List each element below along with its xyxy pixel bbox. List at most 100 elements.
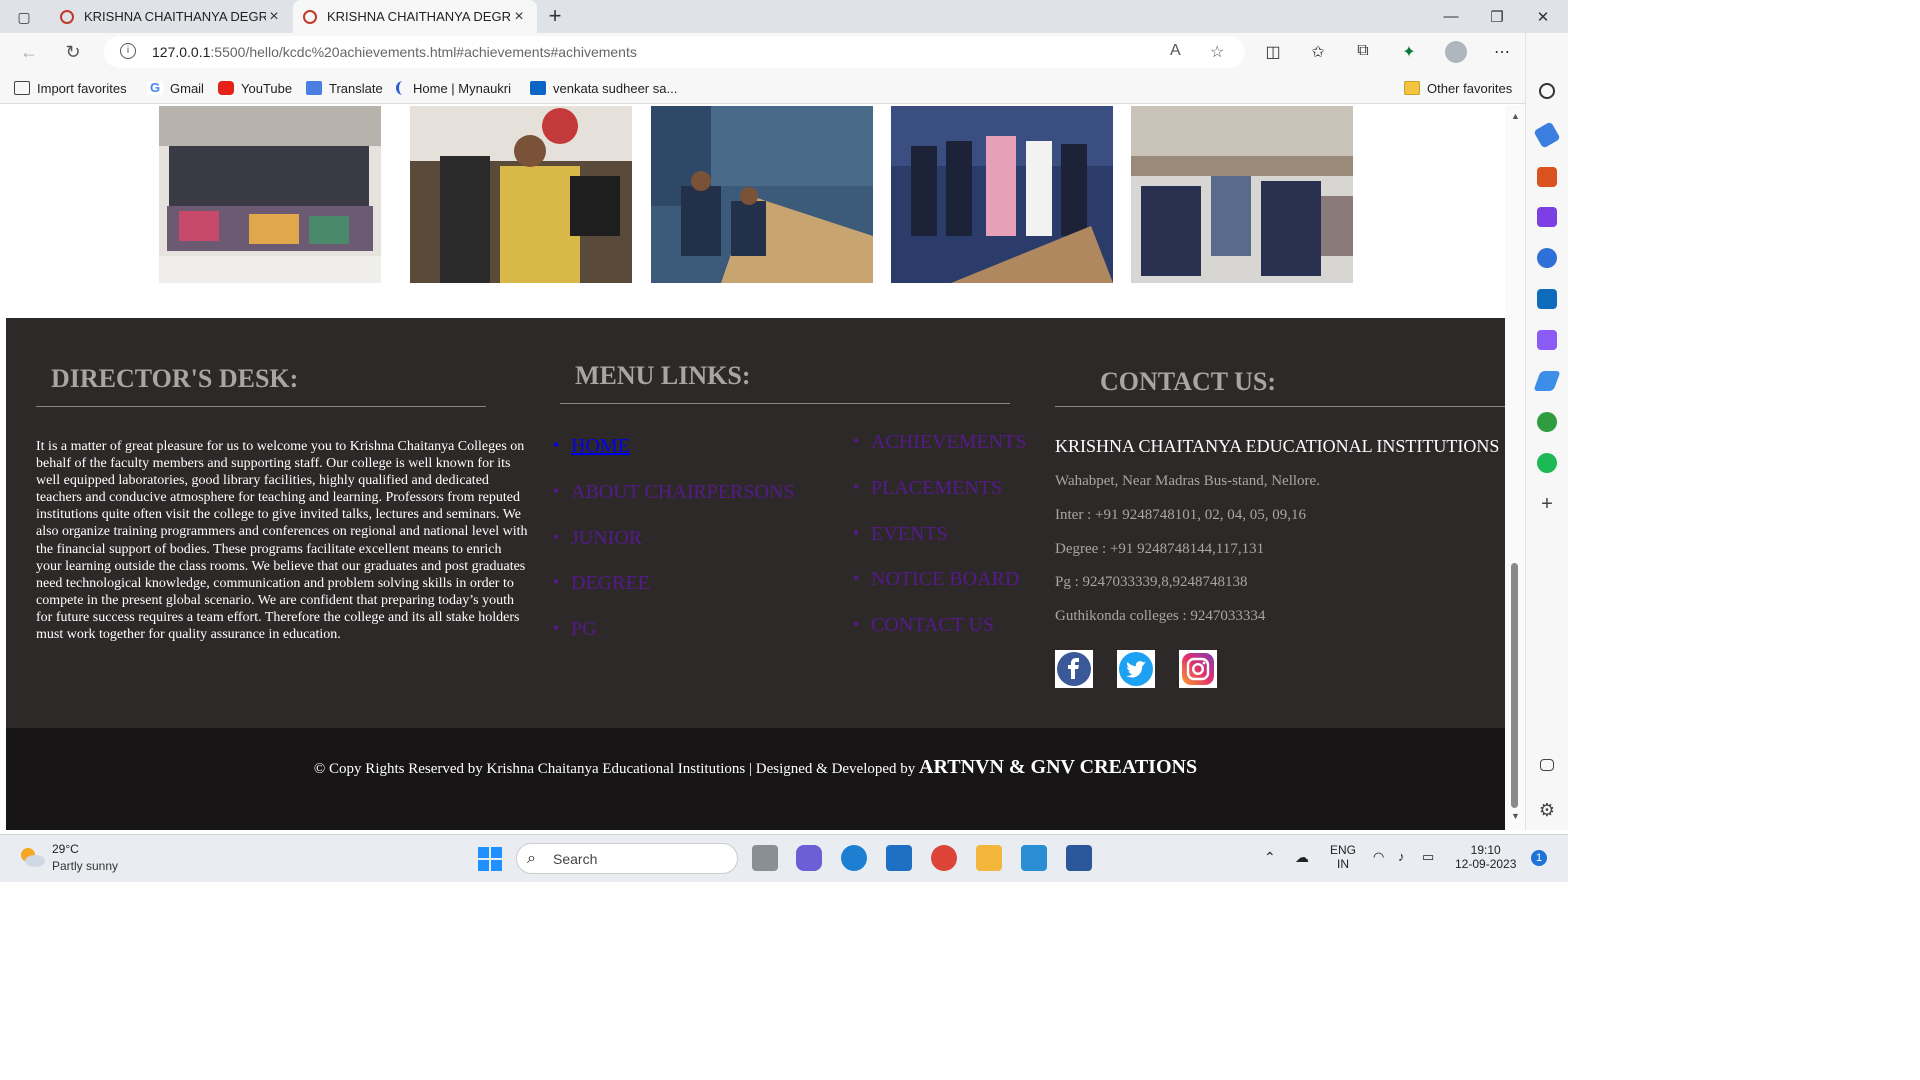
favorite-star-icon[interactable]: ☆ <box>1210 42 1224 62</box>
favorite-mynaukri[interactable]: Home | Mynaukri <box>396 79 511 97</box>
contact-address: Wahabpet, Near Madras Bus-stand, Nellore… <box>1055 473 1320 489</box>
menu-links-right: ACHIEVEMENTS PLACEMENTS EVENTS NOTICE BO… <box>853 431 1027 660</box>
windows-start-icon[interactable] <box>477 846 503 872</box>
restore-button[interactable]: ❐ <box>1474 0 1520 33</box>
youtube-icon <box>218 81 234 95</box>
new-tab-button[interactable]: + <box>543 4 567 28</box>
partly-sunny-icon[interactable] <box>18 845 46 869</box>
menu-link-notice-board[interactable]: NOTICE BOARD <box>853 568 1027 614</box>
task-view-icon[interactable] <box>752 845 778 871</box>
extension-icon[interactable]: ✦ <box>1398 42 1420 62</box>
url-text[interactable]: 127.0.0.1:5500/hello/kcdc%20achievements… <box>152 44 637 60</box>
menu-link-placements[interactable]: PLACEMENTS <box>853 477 1027 523</box>
scroll-up-arrow-icon[interactable]: ▲ <box>1511 111 1520 121</box>
director-message: It is a matter of great pleasure for us … <box>36 439 528 643</box>
onedrive-icon[interactable]: ☁ <box>1295 849 1309 866</box>
tab-1[interactable]: KRISHNA CHAITHANYA DEGREE × <box>50 0 292 33</box>
chrome-icon[interactable] <box>931 845 957 871</box>
outlook-icon[interactable] <box>1537 289 1557 309</box>
favorite-gmail[interactable]: G Gmail <box>147 79 204 97</box>
scroll-down-arrow-icon[interactable]: ▼ <box>1511 811 1520 821</box>
back-button[interactable]: ← <box>16 40 42 64</box>
page-scrollbar[interactable]: ▲ ▼ <box>1505 105 1525 830</box>
refresh-button[interactable]: ↻ <box>60 40 86 64</box>
language-code: ENG <box>1330 843 1357 857</box>
weather-temperature[interactable]: 29°C <box>52 842 79 856</box>
search-icon[interactable] <box>1539 83 1555 99</box>
site-favicon-icon <box>303 9 317 24</box>
volume-icon[interactable]: ♪ <box>1398 849 1405 864</box>
copyright-label: © Copy Rights Reserved by Krishna Chaita… <box>313 761 916 777</box>
split-screen-icon[interactable]: ◫ <box>1262 42 1284 62</box>
favorite-youtube[interactable]: YouTube <box>218 79 292 97</box>
minimize-button[interactable]: — <box>1428 0 1474 33</box>
close-tab-icon[interactable]: × <box>266 8 282 26</box>
gallery-image-library-students <box>651 106 873 283</box>
favorites-icon[interactable]: ✩ <box>1307 42 1329 62</box>
instagram-icon[interactable] <box>1179 650 1217 688</box>
menu-links-left: HOME ABOUT CHAIRPERSONS JUNIOR DEGREE PG <box>553 435 795 664</box>
region-code: IN <box>1337 857 1349 871</box>
notification-badge[interactable]: 1 <box>1531 850 1547 866</box>
favorite-label: Translate <box>329 80 383 96</box>
profile-avatar[interactable] <box>1445 41 1467 63</box>
file-explorer-icon[interactable] <box>976 845 1002 871</box>
favorite-import[interactable]: Import favorites <box>14 79 127 97</box>
other-favorites[interactable]: Other favorites <box>1404 79 1512 97</box>
wifi-icon[interactable]: ◠ <box>1373 849 1384 865</box>
scroll-thumb[interactable] <box>1511 563 1518 808</box>
tab-bar: ▢ KRISHNA CHAITHANYA DEGREE × KRISHNA CH… <box>0 0 1568 33</box>
twitter-icon[interactable] <box>1117 650 1155 688</box>
close-window-button[interactable]: ✕ <box>1520 0 1566 33</box>
close-tab-icon[interactable]: × <box>511 8 527 26</box>
contact-inter-phone: Inter : +91 9248748101, 02, 04, 05, 09,1… <box>1055 507 1306 523</box>
facebook-icon[interactable] <box>1055 650 1093 688</box>
menu-link-pg[interactable]: PG <box>553 618 795 664</box>
site-info-icon[interactable]: i <box>120 43 136 59</box>
menu-link-about-chairpersons[interactable]: ABOUT CHAIRPERSONS <box>553 481 795 527</box>
designer-icon[interactable] <box>1537 330 1557 350</box>
hide-sidebar-icon[interactable] <box>1540 759 1554 771</box>
tree-icon[interactable] <box>1537 412 1557 432</box>
microsoft365-icon[interactable] <box>1537 248 1557 268</box>
gallery-image-ceremony <box>891 106 1113 283</box>
address-bar[interactable]: i 127.0.0.1:5500/hello/kcdc%20achievemen… <box>104 36 1245 68</box>
vscode-icon[interactable] <box>886 845 912 871</box>
taskbar-search[interactable]: ⌕ Search <box>516 843 738 874</box>
menu-link-achievements[interactable]: ACHIEVEMENTS <box>853 431 1027 477</box>
teams-chat-icon[interactable] <box>796 845 822 871</box>
weather-description[interactable]: Partly sunny <box>52 859 118 873</box>
menu-link-degree[interactable]: DEGREE <box>553 572 795 618</box>
shopping-tag-icon[interactable] <box>1533 121 1561 149</box>
clock[interactable]: 19:10 12-09-2023 <box>1455 843 1516 871</box>
contact-guthikonda-phone: Guthikonda colleges : 9247033334 <box>1055 608 1266 624</box>
settings-gear-icon[interactable]: ⚙ <box>1537 800 1557 820</box>
more-menu-icon[interactable]: ⋯ <box>1491 42 1513 62</box>
menu-link-contact-us[interactable]: CONTACT US <box>853 614 1027 660</box>
battery-icon[interactable]: ▭ <box>1422 849 1434 865</box>
tab-actions-icon[interactable]: ▢ <box>10 6 38 28</box>
notepad-icon[interactable] <box>1021 845 1047 871</box>
tab-2[interactable]: KRISHNA CHAITHANYA DEGREE × <box>293 0 537 33</box>
linkedin-icon <box>530 81 546 95</box>
favorite-linkedin[interactable]: venkata sudheer sa... <box>530 79 677 97</box>
favorite-label: Import favorites <box>37 80 127 96</box>
menu-link-junior[interactable]: JUNIOR <box>553 527 795 573</box>
tools-icon[interactable] <box>1537 167 1557 187</box>
add-icon[interactable]: + <box>1537 494 1557 514</box>
clock-date: 12-09-2023 <box>1455 857 1517 871</box>
spotify-icon[interactable] <box>1537 453 1557 473</box>
menu-link-home[interactable]: HOME <box>553 435 795 481</box>
word-icon[interactable] <box>1066 845 1092 871</box>
language-indicator[interactable]: ENG IN <box>1330 843 1356 871</box>
send-icon[interactable] <box>1533 371 1561 391</box>
read-aloud-icon[interactable]: A <box>1170 42 1181 60</box>
games-icon[interactable] <box>1537 207 1557 227</box>
site-footer: DIRECTOR'S DESK: It is a matter of great… <box>6 318 1505 728</box>
menu-link-events[interactable]: EVENTS <box>853 523 1027 569</box>
show-hidden-icons-chevron-icon[interactable]: ⌃ <box>1264 849 1276 866</box>
collections-icon[interactable]: ⧉ <box>1352 42 1374 62</box>
favorite-translate[interactable]: Translate <box>306 79 383 97</box>
favorite-label: Home | Mynaukri <box>413 80 512 96</box>
edge-browser-icon[interactable] <box>841 845 867 871</box>
